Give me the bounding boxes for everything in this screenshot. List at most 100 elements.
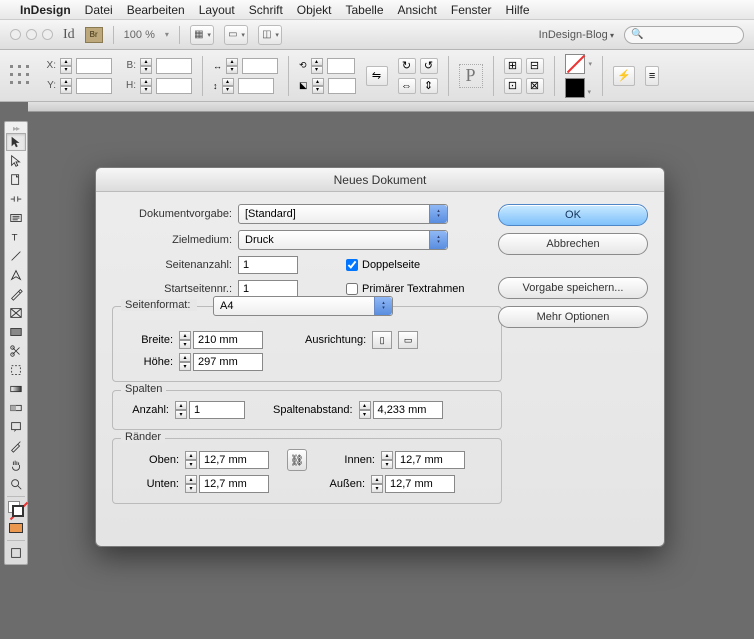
window-controls[interactable] — [10, 29, 53, 40]
view-options-2[interactable]: ▭ — [224, 25, 248, 45]
scalex-stepper[interactable]: ▴▾ — [226, 58, 238, 74]
flip-horizontal-icon[interactable]: ⇋ — [366, 66, 388, 86]
shear-input[interactable] — [328, 78, 356, 94]
h-stepper[interactable]: ▴▾ — [140, 78, 152, 94]
rotate-cw-icon[interactable]: ↻ — [398, 58, 416, 74]
y-input[interactable] — [76, 78, 112, 94]
margin-top-input[interactable]: 12,7 mm — [199, 451, 269, 469]
selection-tool-icon[interactable] — [6, 133, 26, 151]
x-stepper[interactable]: ▴▾ — [60, 58, 72, 74]
line-tool-icon[interactable] — [6, 247, 26, 265]
fill-stroke-swatch[interactable] — [6, 500, 26, 518]
orientation-portrait-button[interactable]: ▯ — [372, 331, 392, 349]
margin-bottom-input[interactable]: 12,7 mm — [199, 475, 269, 493]
rot-stepper[interactable]: ▴▾ — [311, 58, 323, 74]
flip-h-icon[interactable]: ⇔ — [398, 78, 416, 94]
menu-schrift[interactable]: Schrift — [249, 3, 283, 17]
workspace-switcher[interactable]: InDesign-Blog — [539, 29, 614, 41]
reference-point-grid[interactable] — [10, 65, 32, 87]
orientation-landscape-button[interactable]: ▭ — [398, 331, 418, 349]
page-size-select[interactable]: A4▴▾ — [213, 296, 393, 316]
page-tool-icon[interactable] — [6, 171, 26, 189]
scissors-tool-icon[interactable] — [6, 342, 26, 360]
w-stepper[interactable]: ▴▾ — [140, 58, 152, 74]
menu-layout[interactable]: Layout — [199, 3, 235, 17]
hand-tool-icon[interactable] — [6, 456, 26, 474]
margin-outside-input[interactable]: 12,7 mm — [385, 475, 455, 493]
margin-inside-input[interactable]: 12,7 mm — [395, 451, 465, 469]
panel-menu-icon[interactable]: ≡ — [645, 66, 659, 86]
content-collector-icon[interactable] — [6, 209, 26, 227]
rectangle-tool-icon[interactable] — [6, 323, 26, 341]
type-tool-icon[interactable]: T — [6, 228, 26, 246]
menu-hilfe[interactable]: Hilfe — [506, 3, 530, 17]
height-stepper[interactable]: ▴▾ — [179, 353, 191, 371]
zoom-level[interactable]: 100 % — [124, 29, 155, 41]
apply-color-icon[interactable] — [6, 519, 26, 537]
scaley-stepper[interactable]: ▴▾ — [222, 78, 234, 94]
note-tool-icon[interactable] — [6, 418, 26, 436]
menu-objekt[interactable]: Objekt — [297, 3, 332, 17]
align-3-icon[interactable]: ⊡ — [504, 78, 522, 94]
pages-input[interactable]: 1 — [238, 256, 298, 274]
menu-indesign[interactable]: InDesign — [20, 3, 71, 17]
gradient-feather-tool-icon[interactable] — [6, 399, 26, 417]
align-1-icon[interactable]: ⊞ — [504, 58, 522, 74]
menu-datei[interactable]: Datei — [85, 3, 113, 17]
free-transform-tool-icon[interactable] — [6, 361, 26, 379]
gradient-swatch-tool-icon[interactable] — [6, 380, 26, 398]
quick-apply-icon[interactable]: ⚡ — [613, 66, 635, 86]
gap-tool-icon[interactable] — [6, 190, 26, 208]
drop-cap-icon[interactable]: P — [459, 64, 483, 88]
intent-select[interactable]: Druck▴▾ — [238, 230, 448, 250]
margin-inside-stepper[interactable]: ▴▾ — [381, 451, 393, 469]
facing-pages-checkbox[interactable]: Doppelseite — [346, 259, 420, 271]
view-options-3[interactable]: ◫ — [258, 25, 282, 45]
margin-bottom-stepper[interactable]: ▴▾ — [185, 475, 197, 493]
master-text-frame-checkbox[interactable]: Primärer Textrahmen — [346, 283, 465, 295]
align-2-icon[interactable]: ⊟ — [526, 58, 544, 74]
h-input[interactable] — [156, 78, 192, 94]
zoom-tool-icon[interactable] — [6, 475, 26, 493]
x-input[interactable] — [76, 58, 112, 74]
align-4-icon[interactable]: ⊠ — [526, 78, 544, 94]
width-stepper[interactable]: ▴▾ — [179, 331, 191, 349]
column-count-stepper[interactable]: ▴▾ — [175, 401, 187, 419]
bridge-button[interactable]: Br — [85, 27, 103, 43]
ok-button[interactable]: OK — [498, 204, 648, 226]
scaley-input[interactable] — [238, 78, 274, 94]
menu-tabelle[interactable]: Tabelle — [345, 3, 383, 17]
w-input[interactable] — [156, 58, 192, 74]
panel-gripper[interactable]: ▸▸ — [5, 124, 27, 132]
gutter-input[interactable]: 4,233 mm — [373, 401, 443, 419]
cancel-button[interactable]: Abbrechen — [498, 233, 648, 255]
direct-selection-tool-icon[interactable] — [6, 152, 26, 170]
stroke-swatch[interactable] — [565, 78, 585, 98]
gutter-stepper[interactable]: ▴▾ — [359, 401, 371, 419]
view-options-1[interactable]: ▦ — [190, 25, 214, 45]
menu-ansicht[interactable]: Ansicht — [398, 3, 437, 17]
view-mode-icon[interactable] — [6, 544, 26, 562]
flip-v-icon[interactable]: ⇕ — [420, 78, 438, 94]
menu-bearbeiten[interactable]: Bearbeiten — [127, 3, 185, 17]
more-options-button[interactable]: Mehr Optionen — [498, 306, 648, 328]
rot-input[interactable] — [327, 58, 355, 74]
search-field[interactable]: 🔍 — [624, 26, 744, 44]
rotate-ccw-icon[interactable]: ↺ — [420, 58, 438, 74]
margin-top-stepper[interactable]: ▴▾ — [185, 451, 197, 469]
eyedropper-tool-icon[interactable] — [6, 437, 26, 455]
y-stepper[interactable]: ▴▾ — [60, 78, 72, 94]
scalex-input[interactable] — [242, 58, 278, 74]
margin-outside-stepper[interactable]: ▴▾ — [371, 475, 383, 493]
pen-tool-icon[interactable] — [6, 266, 26, 284]
height-input[interactable]: 297 mm — [193, 353, 263, 371]
rectangle-frame-tool-icon[interactable] — [6, 304, 26, 322]
fill-swatch[interactable] — [565, 54, 585, 74]
shear-stepper[interactable]: ▴▾ — [312, 78, 324, 94]
pencil-tool-icon[interactable] — [6, 285, 26, 303]
link-margins-button[interactable]: ⛓ — [287, 449, 307, 471]
save-preset-button[interactable]: Vorgabe speichern... — [498, 277, 648, 299]
column-count-input[interactable]: 1 — [189, 401, 245, 419]
menu-fenster[interactable]: Fenster — [451, 3, 492, 17]
preset-select[interactable]: [Standard]▴▾ — [238, 204, 448, 224]
